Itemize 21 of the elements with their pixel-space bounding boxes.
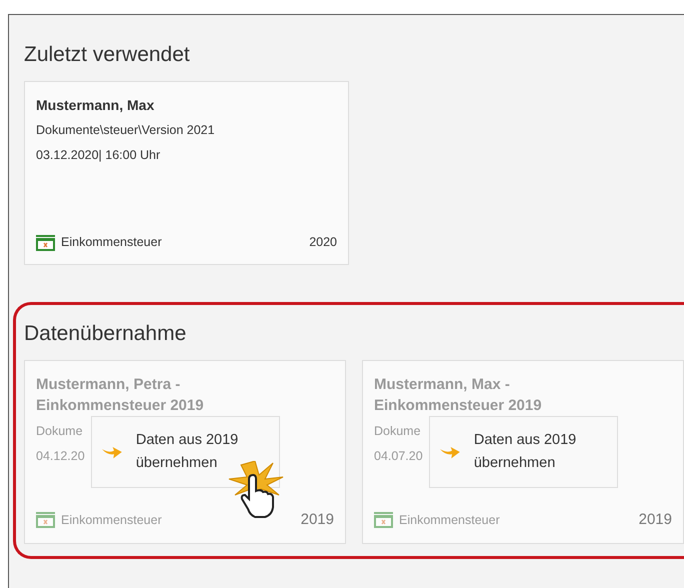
tax-form-icon xyxy=(36,512,55,528)
document-path: Dokumente\steuer\Version 2021 xyxy=(36,122,215,140)
document-year: 2020 xyxy=(309,234,337,252)
section-title: Datenübernahme xyxy=(24,321,188,346)
document-path: Dokume xyxy=(374,422,421,440)
document-path: Dokume xyxy=(36,422,83,440)
document-date: 03.12.2020| 16:00 Uhr xyxy=(36,146,160,164)
document-name: Mustermann, Max - Einkommensteuer 2019 xyxy=(374,375,543,416)
document-date: 04.07.20 xyxy=(374,448,423,465)
document-year: 2019 xyxy=(638,510,672,530)
document-name: Mustermann, Max xyxy=(36,96,156,116)
document-date: 04.12.20 xyxy=(36,448,85,465)
document-card[interactable]: Mustermann, Max Dokumente\steuer\Version 2021 03.12.2020| 16:00 Uhr Einkommensteuer 2020 xyxy=(24,81,349,266)
tax-form-icon xyxy=(374,512,393,528)
tax-form-icon xyxy=(36,234,55,251)
document-name: Mustermann, Petra - Einkommensteuer 2019 xyxy=(36,375,205,416)
document-type: Einkommensteuer xyxy=(61,512,162,529)
document-type: Einkommensteuer xyxy=(399,512,500,529)
section-title: Zuletzt verwendet xyxy=(24,42,191,68)
document-year: 2019 xyxy=(300,510,334,530)
document-type: Einkommensteuer xyxy=(61,234,162,252)
